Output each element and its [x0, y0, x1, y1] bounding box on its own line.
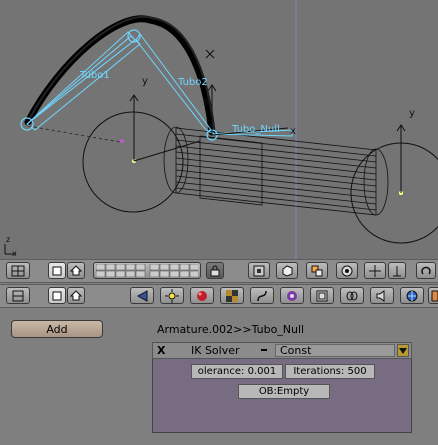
axis-label-y-3: y	[409, 108, 415, 119]
constraint-name-label: Const	[280, 344, 312, 357]
display-home-icon-2[interactable]	[67, 287, 85, 304]
lamp-icon[interactable]	[160, 287, 184, 304]
corner-axis-z: z	[6, 235, 11, 244]
target-object-field[interactable]: OB:Empty	[238, 384, 330, 399]
curve-icon[interactable]	[250, 287, 274, 304]
add-constraint-button[interactable]: Add	[11, 320, 103, 338]
close-icon[interactable]: X	[157, 344, 165, 357]
manipulator-icon[interactable]	[388, 262, 406, 279]
constraint-name-field[interactable]: Const	[275, 344, 395, 357]
snap-icon[interactable]	[336, 262, 358, 279]
render-icon[interactable]	[428, 287, 438, 304]
axis-label-y-2: y	[203, 95, 209, 106]
buttons-window-header	[0, 284, 438, 308]
display-box-icon-2[interactable]	[48, 287, 66, 304]
lock-icon[interactable]	[206, 262, 224, 279]
bone-label-tubo1: Tubo1	[80, 70, 110, 81]
object-icon[interactable]	[310, 287, 334, 304]
tolerance-field[interactable]: olerance: 0.001	[191, 364, 283, 379]
sound-icon[interactable]	[370, 287, 394, 304]
rotate-icon[interactable]	[416, 262, 436, 279]
solver-type-dropdown[interactable]: IK Solver	[173, 344, 273, 357]
texture-icon[interactable]	[220, 287, 244, 304]
display-box-icon[interactable]	[48, 262, 66, 279]
3d-viewport[interactable]: Tubo1 Tubo2 Tubo_Null y y y x z x	[0, 0, 438, 260]
axis-label-x: x	[290, 126, 296, 137]
iterations-field[interactable]: Iterations: 500	[285, 364, 375, 379]
corner-axis: z x	[6, 236, 17, 258]
constraint-header: X IK Solver Const	[152, 342, 412, 359]
pivot-icon[interactable]	[306, 262, 328, 279]
viewport-header	[0, 259, 438, 283]
corner-axis-x: x	[12, 249, 17, 258]
dropdown-arrow-icon	[261, 349, 267, 351]
scene-icon[interactable]	[400, 287, 424, 304]
collapse-panel-icon[interactable]	[397, 344, 409, 357]
transform-icon[interactable]	[364, 262, 386, 279]
constraint-icon[interactable]	[340, 287, 364, 304]
axis-label-y: y	[142, 76, 148, 87]
display-home-icon[interactable]	[67, 262, 85, 279]
viewport-scene	[4, 0, 438, 260]
bone-label-tubo-null: Tubo_Null	[232, 124, 280, 135]
bone-label-tubo2: Tubo2	[178, 77, 208, 88]
view-icon[interactable]	[248, 262, 270, 279]
object-mode-icon[interactable]	[276, 262, 298, 279]
world-icon[interactable]	[280, 287, 304, 304]
constraint-target-title: Armature.002>>Tubo_Null	[157, 323, 305, 336]
view-mode-icon[interactable]	[6, 262, 30, 279]
material-icon[interactable]	[190, 287, 214, 304]
constraint-body: olerance: 0.001 Iterations: 500 OB:Empty	[152, 359, 412, 433]
layer-grid-icon[interactable]	[93, 262, 201, 279]
view-mode-icon-2[interactable]	[6, 287, 30, 304]
solver-type-label: IK Solver	[191, 344, 240, 357]
logic-icon[interactable]	[130, 287, 154, 304]
constraints-panel: Add Armature.002>>Tubo_Null X IK Solver …	[0, 309, 438, 445]
